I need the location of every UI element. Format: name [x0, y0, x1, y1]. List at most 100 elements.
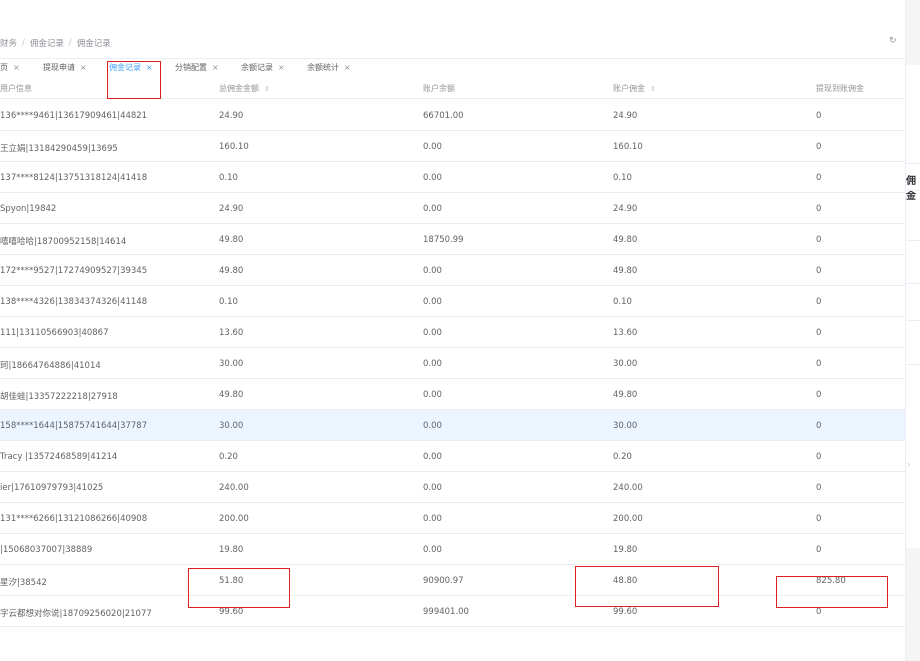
tab-balance-stats[interactable]: 余额统计 × [307, 62, 351, 73]
breadcrumb-item-current: 佣金记录 [76, 39, 111, 49]
column-header-withdrawn-commission: 提现到账佣金 [816, 84, 864, 93]
table-row[interactable]: 138****4326|13834374326|41148 0.10 0.00 0.1… [0, 286, 905, 317]
cell-user-info: 111|13110566903|40867 [0, 328, 109, 338]
cell-account-commission: 13.60 [613, 328, 638, 338]
table-row[interactable]: |15068037007|38889 19.80 0.00 19.80 0 [0, 534, 905, 565]
cell-withdrawn-commission: 0 [816, 235, 822, 245]
close-icon[interactable]: × [212, 63, 219, 72]
tab-withdrawal-requests[interactable]: 提现申请 × [43, 62, 87, 73]
sort-icon[interactable]: ⇕ [650, 85, 656, 93]
tab-commission-records[interactable]: 佣金记录 × [109, 62, 153, 73]
breadcrumb-item-commission[interactable]: 佣金记录 [30, 37, 64, 49]
breadcrumb-item-finance[interactable]: 财务 [0, 37, 17, 49]
cell-user-info: Tracy |13572468589|41214 [0, 452, 118, 462]
cell-withdrawn-commission: 0 [816, 173, 822, 183]
cell-total-commission: 0.10 [219, 297, 238, 307]
cell-withdrawn-commission: 0 [816, 266, 822, 276]
table-row[interactable]: 136****9461|13617909461|44821 24.90 66701.… [0, 100, 905, 131]
tab-home[interactable]: 页 × [0, 62, 20, 73]
table-row[interactable]: 嘻嘻哈哈|18700952158|14614 49.80 18750.99 49.80… [0, 224, 905, 255]
tab-distribution-config[interactable]: 分销配置 × [175, 62, 219, 73]
cell-total-commission: 19.80 [219, 545, 244, 555]
cell-account-commission: 0.20 [613, 452, 632, 462]
cell-account-commission: 24.90 [613, 111, 638, 121]
table-row[interactable]: 王立娟|13184290459|13695 160.10 0.00 160.10 0 [0, 131, 905, 162]
table-row[interactable]: ier|17610979793|41025 240.00 0.00 240.00 0 [0, 472, 905, 503]
cell-withdrawn-commission: 0 [816, 607, 822, 617]
breadcrumb: 财务 / 佣金记录 / 佣金记录 [0, 37, 111, 49]
tab-label: 页 [0, 63, 8, 72]
tab-balance-records[interactable]: 余额记录 × [241, 62, 285, 73]
table-row[interactable]: 158****1644|15875741644|37787 30.00 0.00 30… [0, 410, 905, 441]
cell-user-info: 嘻嘻哈哈|18700952158|14614 [0, 237, 127, 247]
divider [906, 320, 920, 321]
cell-account-balance: 90900.97 [423, 576, 464, 586]
cell-account-commission: 0.10 [613, 173, 632, 183]
column-header-total-commission[interactable]: 总佣金金额 ⇕ [219, 83, 270, 94]
table-row[interactable]: 字云都想对你说|18709256020|21077 99.60 999401.00 9… [0, 596, 905, 627]
cell-account-commission: 19.80 [613, 545, 638, 555]
cell-user-info: 172****9527|17274909527|39345 [0, 266, 148, 276]
divider [906, 190, 920, 191]
table-row[interactable]: Spyon|19842 24.90 0.00 24.90 0 [0, 193, 905, 224]
cell-withdrawn-commission: 0 [816, 483, 822, 493]
cell-total-commission: 49.80 [219, 235, 244, 245]
cell-account-balance: 18750.99 [423, 235, 464, 245]
table-row[interactable]: Tracy |13572468589|41214 0.20 0.00 0.20 0 [0, 441, 905, 472]
cell-total-commission: 30.00 [219, 359, 244, 369]
cell-total-commission: 49.80 [219, 390, 244, 400]
column-header-label: 总佣金金额 [219, 84, 259, 93]
cell-user-info: 131****6266|13121086266|40908 [0, 514, 148, 524]
cell-user-info: 136****9461|13617909461|44821 [0, 111, 148, 121]
cell-account-balance: 0.00 [423, 483, 442, 493]
chevron-right-icon[interactable]: › [907, 460, 911, 470]
cell-withdrawn-commission: 0 [816, 328, 822, 338]
cell-account-balance: 0.00 [423, 173, 442, 183]
side-panel-block [906, 548, 920, 661]
close-icon[interactable]: × [13, 63, 20, 72]
cell-total-commission: 99.60 [219, 607, 244, 617]
cell-user-info: 星汐|38542 [0, 578, 47, 588]
table-row[interactable]: 172****9527|17274909527|39345 49.80 0.00 49… [0, 255, 905, 286]
close-icon[interactable]: × [146, 63, 153, 72]
cell-user-info: 字云都想对你说|18709256020|21077 [0, 609, 152, 619]
close-icon[interactable]: × [80, 63, 87, 72]
table-row[interactable]: 137****8124|13751318124|41418 0.10 0.00 0.1… [0, 162, 905, 193]
cell-account-commission: 240.00 [613, 483, 643, 493]
breadcrumb-separator: / [68, 38, 72, 48]
cell-account-commission: 160.10 [613, 142, 643, 152]
column-header-label: 账户佣金 [613, 84, 645, 93]
table-row[interactable]: 星汐|38542 51.80 90900.97 48.80 825.80 [0, 565, 905, 596]
tab-label: 分销配置 [175, 63, 207, 72]
cell-withdrawn-commission: 0 [816, 111, 822, 121]
tab-label: 余额记录 [241, 63, 273, 72]
cell-account-balance: 999401.00 [423, 607, 469, 617]
cell-withdrawn-commission: 825.80 [816, 576, 846, 586]
cell-user-info: 王立娟|13184290459|13695 [0, 144, 118, 154]
divider [906, 283, 920, 284]
cell-account-balance: 66701.00 [423, 111, 464, 121]
close-icon[interactable]: × [278, 63, 285, 72]
table-row[interactable]: 131****6266|13121086266|40908 200.00 0.00 2… [0, 503, 905, 534]
cell-account-balance: 0.00 [423, 266, 442, 276]
cell-total-commission: 30.00 [219, 421, 244, 431]
tab-label: 佣金记录 [109, 63, 141, 72]
column-header-account-balance: 账户余额 [423, 84, 455, 93]
divider [906, 163, 920, 164]
refresh-icon[interactable]: ↻ [889, 36, 897, 46]
cell-user-info: ier|17610979793|41025 [0, 483, 104, 493]
tab-label: 提现申请 [43, 63, 75, 72]
cell-account-commission: 48.80 [613, 576, 638, 586]
table-row[interactable]: 胡佳蛙|13357222218|27918 49.80 0.00 49.80 0 [0, 379, 905, 410]
cell-withdrawn-commission: 0 [816, 142, 822, 152]
cell-account-balance: 0.00 [423, 297, 442, 307]
cell-total-commission: 51.80 [219, 576, 244, 586]
cell-withdrawn-commission: 0 [816, 514, 822, 524]
column-header-account-commission[interactable]: 账户佣金 ⇕ [613, 83, 656, 94]
column-header-user-info: 用户信息 [0, 84, 32, 93]
cell-user-info: 158****1644|15875741644|37787 [0, 421, 148, 431]
table-row[interactable]: 珂|18664764886|41014 30.00 0.00 30.00 0 [0, 348, 905, 379]
sort-icon[interactable]: ⇕ [264, 85, 270, 93]
close-icon[interactable]: × [344, 63, 351, 72]
table-row[interactable]: 111|13110566903|40867 13.60 0.00 13.60 0 [0, 317, 905, 348]
